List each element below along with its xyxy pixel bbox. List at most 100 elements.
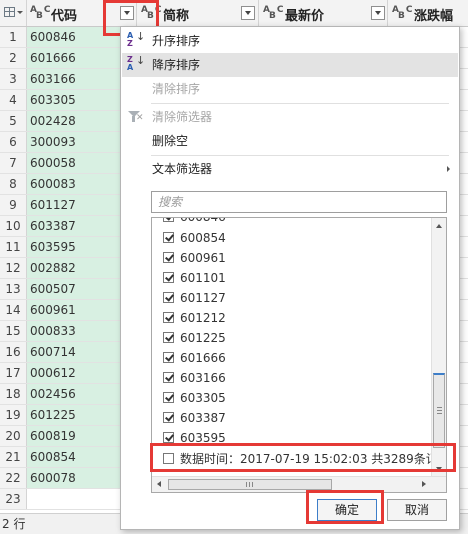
row-number: 6 bbox=[0, 132, 27, 152]
code-cell[interactable]: 601666 bbox=[27, 48, 121, 68]
row-number: 4 bbox=[0, 90, 27, 110]
menu-item-sort-ascending[interactable]: A Z ↓ 升序排序 bbox=[122, 29, 458, 53]
horizontal-scrollbar[interactable] bbox=[152, 476, 446, 492]
code-cell[interactable]: 600083 bbox=[27, 174, 121, 194]
row-number: 19 bbox=[0, 405, 27, 425]
column-header-label: 简称 bbox=[163, 9, 190, 24]
scroll-up-icon[interactable] bbox=[436, 224, 442, 228]
grip-line bbox=[437, 413, 442, 414]
column-header-label: 最新价 bbox=[285, 9, 325, 24]
scroll-right-icon[interactable] bbox=[422, 481, 426, 487]
row-number: 20 bbox=[0, 426, 27, 446]
list-item-label: 603166 bbox=[180, 371, 226, 385]
code-cell[interactable]: 600961 bbox=[27, 300, 121, 320]
checkbox[interactable] bbox=[163, 412, 174, 423]
row-number: 15 bbox=[0, 321, 27, 341]
value-list: 600846 600854 600961 601101 601127 60121… bbox=[151, 217, 447, 493]
scroll-thumb[interactable] bbox=[433, 373, 445, 448]
code-cell[interactable]: 600714 bbox=[27, 342, 121, 362]
code-cell[interactable]: 600507 bbox=[27, 279, 121, 299]
code-cell[interactable]: 603595 bbox=[27, 237, 121, 257]
column-header-code[interactable]: ABC 代码 bbox=[27, 0, 137, 26]
row-number: 10 bbox=[0, 216, 27, 236]
code-cell[interactable]: 601225 bbox=[27, 405, 121, 425]
checkbox[interactable] bbox=[163, 332, 174, 343]
column-header-label: 代码 bbox=[51, 9, 78, 24]
menu-item-text-filter[interactable]: 文本筛选器 bbox=[122, 157, 458, 181]
table-icon bbox=[4, 7, 15, 17]
column-header-name[interactable]: ABC 简称 bbox=[137, 0, 259, 26]
row-number: 8 bbox=[0, 174, 27, 194]
list-item-label: 数据时间：2017-07-19 15:02:03 共3289条记录。 bbox=[180, 452, 447, 466]
code-cell[interactable]: 000612 bbox=[27, 363, 121, 383]
search-input[interactable] bbox=[151, 191, 447, 213]
code-cell[interactable]: 002882 bbox=[27, 258, 121, 278]
row-number: 5 bbox=[0, 111, 27, 131]
code-cell[interactable]: 002456 bbox=[27, 384, 121, 404]
checkbox[interactable] bbox=[163, 372, 174, 383]
code-cell[interactable] bbox=[27, 489, 121, 509]
menu-item-label: 删除空 bbox=[152, 134, 189, 148]
menu-item-label: 升序排序 bbox=[152, 34, 201, 48]
checkbox[interactable] bbox=[163, 392, 174, 403]
text-type-icon: ABC bbox=[392, 5, 413, 21]
menu-item-clear-filter[interactable]: ✕ 清除筛选器 bbox=[122, 105, 458, 129]
text-type-icon: ABC bbox=[263, 5, 284, 21]
grip-line bbox=[252, 482, 253, 487]
checkbox[interactable] bbox=[163, 232, 174, 243]
code-cell[interactable]: 603387 bbox=[27, 216, 121, 236]
sort-descending-icon: Z A ↓ bbox=[127, 54, 146, 72]
menu-item-remove-empty[interactable]: 删除空 bbox=[122, 129, 458, 153]
scroll-down-icon[interactable] bbox=[436, 467, 442, 471]
menu-item-label: 清除排序 bbox=[152, 82, 201, 96]
checkbox[interactable] bbox=[163, 352, 174, 363]
checkbox[interactable] bbox=[163, 453, 174, 464]
checkbox[interactable] bbox=[163, 218, 174, 222]
checkbox[interactable] bbox=[163, 432, 174, 443]
row-number: 12 bbox=[0, 258, 27, 278]
code-cell[interactable]: 603166 bbox=[27, 69, 121, 89]
checkbox[interactable] bbox=[163, 252, 174, 263]
row-number: 23 bbox=[0, 489, 27, 509]
menu-separator bbox=[151, 155, 449, 156]
filter-dropdown-button-name[interactable] bbox=[241, 6, 255, 20]
checkbox[interactable] bbox=[163, 272, 174, 283]
list-item-label: 600961 bbox=[180, 251, 226, 265]
row-number: 17 bbox=[0, 363, 27, 383]
code-cell[interactable]: 600819 bbox=[27, 426, 121, 446]
column-header-change[interactable]: ABC 涨跌幅 bbox=[388, 0, 468, 26]
code-cell[interactable]: 600078 bbox=[27, 468, 121, 488]
vertical-scrollbar[interactable] bbox=[431, 218, 446, 476]
checkbox[interactable] bbox=[163, 292, 174, 303]
list-item-label: 601225 bbox=[180, 331, 226, 345]
grip-line bbox=[437, 410, 442, 411]
code-cell[interactable]: 300093 bbox=[27, 132, 121, 152]
filter-dropdown-button-price[interactable] bbox=[371, 6, 385, 20]
close-icon: ✕ bbox=[136, 113, 144, 123]
code-cell[interactable]: 603305 bbox=[27, 90, 121, 110]
code-cell[interactable]: 600058 bbox=[27, 153, 121, 173]
table-corner-menu[interactable] bbox=[0, 0, 27, 26]
scroll-thumb[interactable] bbox=[168, 479, 332, 490]
menu-item-sort-descending[interactable]: Z A ↓ 降序排序 bbox=[122, 53, 458, 77]
menu-item-clear-sort[interactable]: 清除排序 bbox=[122, 77, 458, 101]
scroll-left-icon[interactable] bbox=[157, 481, 161, 487]
filter-dropdown-button-code[interactable] bbox=[120, 6, 134, 20]
list-item-label: 601666 bbox=[180, 351, 226, 365]
cancel-button[interactable]: 取消 bbox=[387, 499, 447, 521]
code-cell[interactable]: 601127 bbox=[27, 195, 121, 215]
code-cell[interactable]: 002428 bbox=[27, 111, 121, 131]
menu-item-label: 降序排序 bbox=[152, 58, 201, 72]
row-number: 2 bbox=[0, 48, 27, 68]
caret-down-icon bbox=[17, 11, 23, 14]
code-cell[interactable]: 600846 bbox=[27, 27, 121, 47]
checkbox[interactable] bbox=[163, 312, 174, 323]
grip-line bbox=[246, 482, 247, 487]
menu-item-label: 文本筛选器 bbox=[152, 162, 213, 176]
ok-button[interactable]: 确定 bbox=[317, 499, 377, 521]
list-item-label: 600846 bbox=[180, 217, 226, 224]
column-header-price[interactable]: ABC 最新价 bbox=[259, 0, 388, 26]
code-cell[interactable]: 000833 bbox=[27, 321, 121, 341]
row-number: 16 bbox=[0, 342, 27, 362]
code-cell[interactable]: 600854 bbox=[27, 447, 121, 467]
